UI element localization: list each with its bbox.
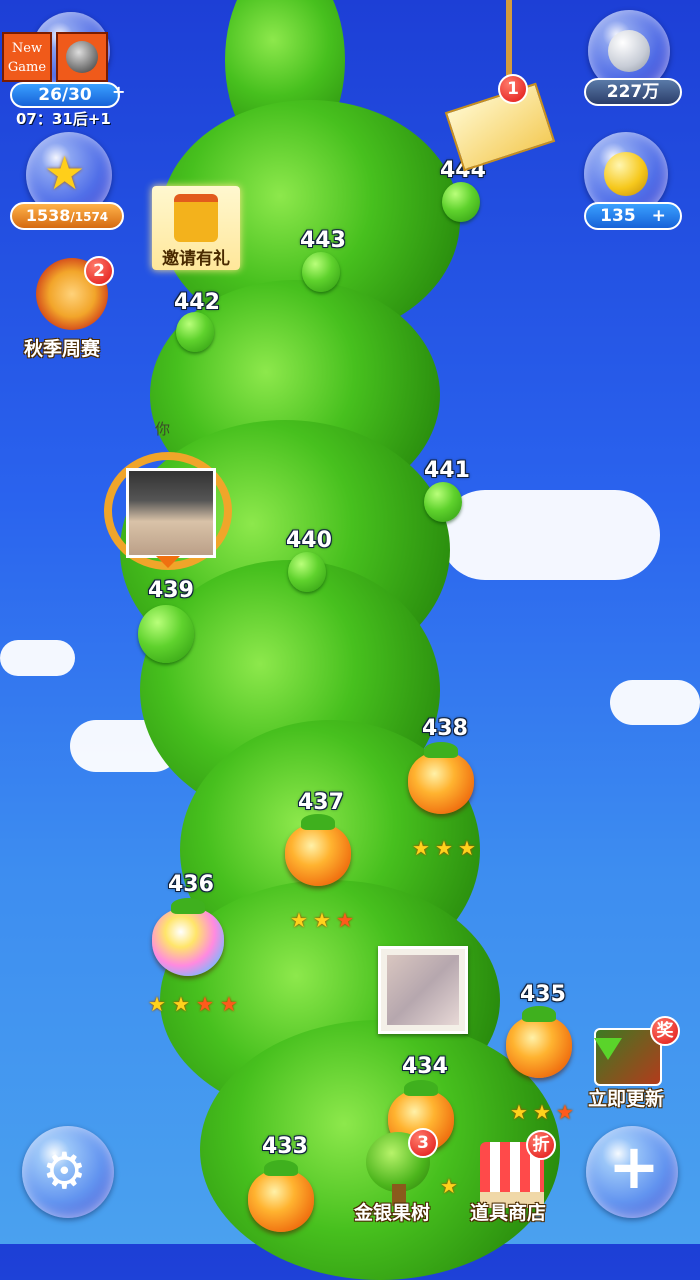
level-pod[interactable] [424, 482, 462, 522]
star-icon: ★ [220, 992, 238, 1016]
gear-icon: ⚙ [42, 1142, 87, 1200]
level-number: 441 [424, 458, 470, 483]
avatar [126, 468, 216, 558]
gift-icon [174, 194, 218, 242]
gold-coin-icon [604, 152, 648, 196]
coins-counter: 227万 [584, 78, 682, 106]
gold-counter[interactable]: 135 + [584, 202, 682, 230]
level-pod-current[interactable] [138, 605, 194, 663]
level-number: 440 [286, 528, 332, 553]
level-pod[interactable] [288, 552, 326, 592]
cloud [610, 680, 700, 725]
level-number: 439 [148, 578, 194, 603]
weekly-event-button[interactable]: 2 秋季周赛 [20, 256, 120, 362]
download-arrow-icon [594, 1038, 622, 1060]
weekly-badge: 2 [84, 256, 114, 286]
gold-silver-tree-button[interactable]: 3 金银果树 [352, 1128, 448, 1232]
invite-button[interactable]: 邀请有礼 [152, 186, 240, 270]
level-fruit[interactable] [285, 814, 351, 886]
add-button[interactable]: + [586, 1126, 678, 1218]
tree-badge: 3 [408, 1128, 438, 1158]
star-icon: ★ [313, 908, 331, 932]
lives-value: 26/30 [38, 85, 92, 105]
level-number: 437 [298, 790, 344, 815]
item-shop-button[interactable]: 折 道具商店 [466, 1130, 566, 1232]
gold-value: 135 [600, 206, 636, 226]
level-fruit[interactable] [506, 1006, 572, 1078]
star-icon: ★ [556, 1100, 574, 1124]
monster-icon [66, 41, 98, 73]
star-icon: ★ [290, 908, 308, 932]
shop-badge: 折 [526, 1130, 556, 1160]
player-marker [104, 452, 232, 570]
stars-value: 1538 [25, 206, 71, 225]
new-game-button[interactable]: New Game [2, 32, 52, 82]
star-icon: ★ [533, 1100, 551, 1124]
level-number: 433 [262, 1134, 308, 1159]
stars-counter: 1538/1574 [10, 202, 124, 230]
star-icon: ★ [196, 992, 214, 1016]
coins-value: 227万 [606, 82, 660, 102]
friend-avatar[interactable] [378, 946, 468, 1034]
star-icon: ★ [435, 836, 453, 860]
star-icon: ★ [44, 146, 86, 200]
level-fruit[interactable] [248, 1160, 314, 1232]
star-icon: ★ [148, 992, 166, 1016]
cloud [440, 490, 660, 580]
mail-badge: 1 [498, 74, 528, 104]
star-icon: ★ [336, 908, 354, 932]
lives-timer: 07：31后+1 [16, 110, 111, 128]
new-game-label: New Game [7, 41, 47, 75]
level-pod[interactable] [442, 182, 480, 222]
level-number: 438 [422, 716, 468, 741]
update-button[interactable]: 奖 立即更新 [586, 1014, 686, 1110]
plus-icon: + [608, 1130, 660, 1203]
star-icon: ★ [412, 836, 430, 860]
weekly-label: 秋季周赛 [24, 338, 101, 360]
update-badge: 奖 [650, 1016, 680, 1046]
star-icon: ★ [172, 992, 190, 1016]
update-label: 立即更新 [588, 1088, 665, 1110]
invite-label: 邀请有礼 [162, 249, 230, 269]
level-number: 443 [300, 228, 346, 253]
lives-counter[interactable]: 26/30 [10, 82, 120, 108]
star-icon: ★ [510, 1100, 528, 1124]
silver-coin-icon [608, 30, 650, 72]
level-fruit-rainbow[interactable] [152, 898, 224, 976]
gold-plus-button[interactable]: + [652, 206, 666, 226]
cloud [0, 640, 75, 676]
settings-button[interactable]: ⚙ [22, 1126, 114, 1218]
you-label: 你 [155, 420, 171, 438]
tree-label: 金银果树 [354, 1202, 431, 1224]
star-icon: ★ [458, 836, 476, 860]
level-number: 435 [520, 982, 566, 1007]
level-pod[interactable] [302, 252, 340, 292]
level-number: 436 [168, 872, 214, 897]
shop-label: 道具商店 [470, 1202, 547, 1224]
lives-plus-button[interactable]: + [112, 82, 125, 101]
level-fruit[interactable] [408, 742, 474, 814]
monster-button[interactable] [56, 32, 108, 82]
level-pod[interactable] [176, 312, 214, 352]
stars-total: /1574 [70, 210, 109, 224]
level-number: 434 [402, 1054, 448, 1079]
